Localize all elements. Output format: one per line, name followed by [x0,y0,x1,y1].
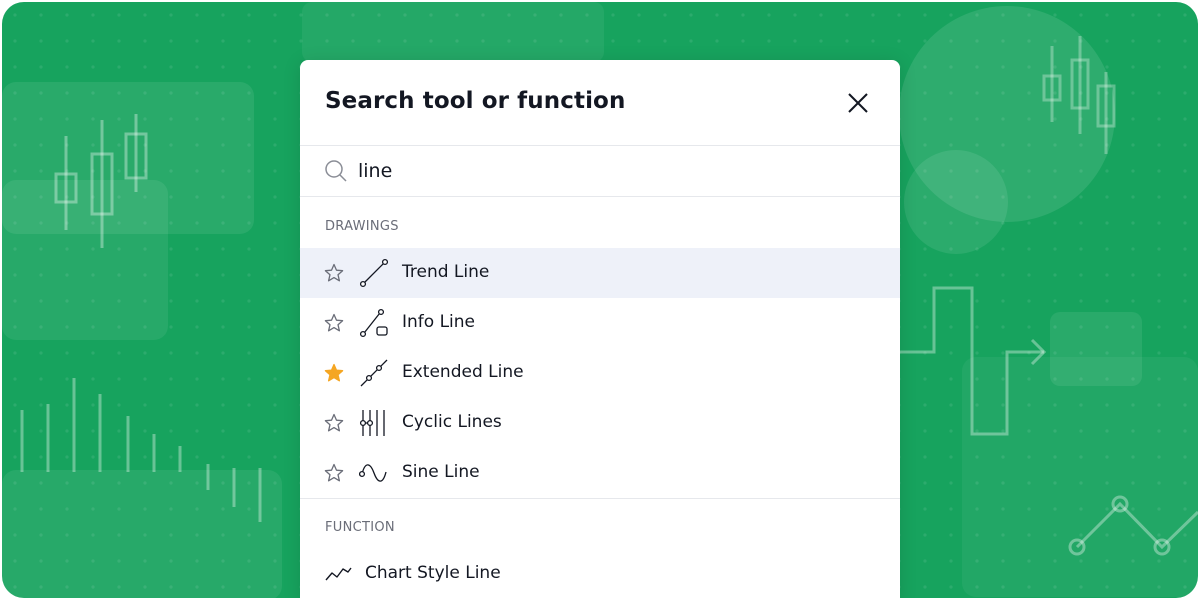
section-header-function: FUNCTION [325,520,395,535]
star-icon[interactable] [323,412,345,434]
cyclic-lines-icon [359,410,385,436]
section-divider [300,498,900,499]
dialog-header: Search tool or function [300,60,900,146]
info-line-icon [359,308,388,338]
close-button[interactable] [844,89,872,117]
sine-line-icon [359,464,387,482]
star-filled-icon[interactable] [323,362,345,384]
item-label: Info Line [402,312,476,332]
item-label: Extended Line [402,362,524,382]
star-icon[interactable] [323,262,345,284]
close-icon[interactable] [844,89,872,117]
search-bar [300,146,900,197]
list-item-info-line[interactable]: Info Line [300,298,900,348]
list-item-cyclic-lines[interactable]: Cyclic Lines [300,398,900,448]
item-label: Sine Line [402,462,480,482]
section-header-drawings: DRAWINGS [325,219,399,234]
item-label: Trend Line [402,262,490,282]
search-icon [325,160,347,182]
item-label: Chart Style Line [365,563,501,583]
chart-style-line-icon [325,567,352,581]
list-item-extended-line[interactable]: Extended Line [300,348,900,398]
dialog-title: Search tool or function [325,88,626,114]
star-icon[interactable] [323,312,345,334]
extended-line-icon [360,359,388,387]
list-item-chart-style-line[interactable]: Chart Style Line [300,548,900,598]
list-item-sine-line[interactable]: Sine Line [300,448,900,498]
trend-line-icon [359,258,389,288]
list-item-trend-line[interactable]: Trend Line [300,248,900,298]
item-label: Cyclic Lines [402,412,502,432]
star-icon[interactable] [323,462,345,484]
app-frame: Search tool or function DRAWINGS [2,2,1198,598]
search-input[interactable] [358,156,858,186]
search-dialog: Search tool or function DRAWINGS [300,60,900,598]
